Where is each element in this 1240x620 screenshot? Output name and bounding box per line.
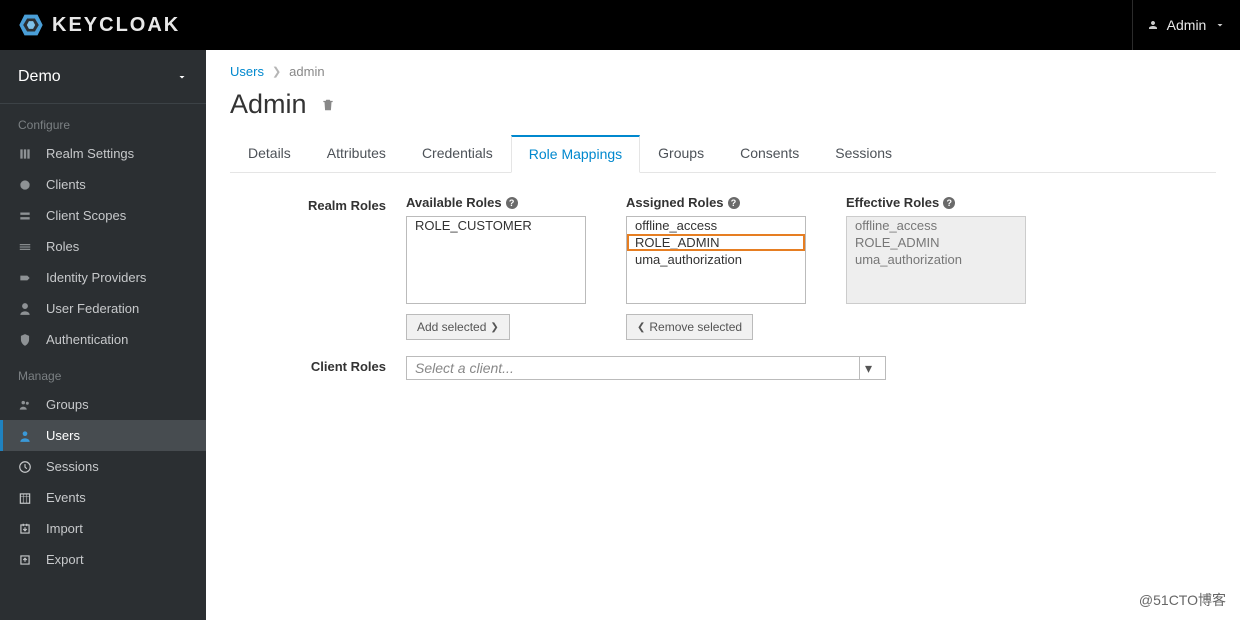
section-title-configure: Configure [0, 104, 206, 138]
sidebar-item-label: Client Scopes [46, 208, 126, 223]
remove-selected-button[interactable]: ❮Remove selected [626, 314, 753, 340]
sidebar-item-realm-settings[interactable]: Realm Settings [0, 138, 206, 169]
watermark: @51CTO博客 [1139, 590, 1226, 610]
help-icon[interactable]: ? [506, 197, 518, 209]
logo-text: KEYCLOAK [52, 14, 180, 37]
available-roles-listbox[interactable]: ROLE_CUSTOMER [406, 216, 586, 304]
events-icon [18, 491, 32, 505]
sidebar-item-label: Identity Providers [46, 270, 146, 285]
delete-icon[interactable] [321, 97, 335, 113]
sessions-icon [18, 460, 32, 474]
export-icon [18, 553, 32, 567]
sidebar-item-label: Authentication [46, 332, 128, 347]
content: Users ❯ admin Admin DetailsAttributesCre… [206, 50, 1240, 620]
sidebar-item-identity-providers[interactable]: Identity Providers [0, 262, 206, 293]
user-federation-icon [18, 302, 32, 316]
chevron-right-icon: ❯ [272, 65, 281, 78]
user-menu[interactable]: Admin [1132, 0, 1240, 50]
breadcrumb: Users ❯ admin [230, 64, 1216, 79]
list-item: offline_access [847, 217, 1025, 234]
sidebar-item-authentication[interactable]: Authentication [0, 324, 206, 355]
realm-name: Demo [18, 68, 61, 86]
client-roles-label: Client Roles [230, 356, 406, 374]
realm-roles-label: Realm Roles [230, 195, 406, 213]
role-mappings-form: Realm Roles Available Roles? ROLE_CUSTOM… [230, 173, 1216, 380]
keycloak-logo-icon [18, 12, 44, 38]
help-icon[interactable]: ? [943, 197, 955, 209]
sidebar-item-label: Roles [46, 239, 79, 254]
help-icon[interactable]: ? [728, 197, 740, 209]
tab-credentials[interactable]: Credentials [404, 135, 511, 173]
chevron-right-icon: ❯ [490, 322, 498, 333]
authentication-icon [18, 333, 32, 347]
identity-providers-icon [18, 271, 32, 285]
sidebar-item-label: Export [46, 552, 84, 567]
sidebar-item-clients[interactable]: Clients [0, 169, 206, 200]
sidebar-item-label: Users [46, 428, 80, 443]
list-item: uma_authorization [847, 251, 1025, 268]
logo[interactable]: KEYCLOAK [18, 12, 180, 38]
list-item[interactable]: ROLE_ADMIN [627, 234, 805, 251]
breadcrumb-root[interactable]: Users [230, 64, 264, 79]
list-item[interactable]: uma_authorization [627, 251, 805, 268]
topbar: KEYCLOAK Admin [0, 0, 1240, 50]
add-selected-button[interactable]: Add selected❯ [406, 314, 510, 340]
tab-details[interactable]: Details [230, 135, 309, 173]
sidebar-item-sessions[interactable]: Sessions [0, 451, 206, 482]
client-scopes-icon [18, 209, 32, 223]
list-item: ROLE_ADMIN [847, 234, 1025, 251]
sidebar-item-users[interactable]: Users [0, 420, 206, 451]
clients-icon [18, 178, 32, 192]
sidebar-item-import[interactable]: Import [0, 513, 206, 544]
user-label: Admin [1167, 17, 1207, 33]
effective-roles-column: Effective Roles? offline_accessROLE_ADMI… [846, 195, 1026, 340]
sidebar-item-events[interactable]: Events [0, 482, 206, 513]
tab-sessions[interactable]: Sessions [817, 135, 910, 173]
tab-groups[interactable]: Groups [640, 135, 722, 173]
tab-role-mappings[interactable]: Role Mappings [511, 135, 640, 173]
sidebar-item-client-scopes[interactable]: Client Scopes [0, 200, 206, 231]
assigned-roles-column: Assigned Roles? offline_accessROLE_ADMIN… [626, 195, 806, 340]
tabs: DetailsAttributesCredentialsRole Mapping… [230, 134, 1216, 173]
page-title: Admin [230, 89, 307, 120]
import-icon [18, 522, 32, 536]
sidebar-item-label: Realm Settings [46, 146, 134, 161]
effective-roles-listbox: offline_accessROLE_ADMINuma_authorizatio… [846, 216, 1026, 304]
sidebar-item-label: Clients [46, 177, 86, 192]
available-roles-column: Available Roles? ROLE_CUSTOMER Add selec… [406, 195, 586, 340]
sidebar: Demo Configure Realm Settings Clients Clie… [0, 50, 206, 620]
available-roles-label: Available Roles [406, 195, 502, 210]
breadcrumb-current: admin [289, 64, 324, 79]
sidebar-item-roles[interactable]: Roles [0, 231, 206, 262]
dropdown-toggle-icon: ▾ [859, 357, 877, 379]
tab-consents[interactable]: Consents [722, 135, 817, 173]
tab-attributes[interactable]: Attributes [309, 135, 404, 173]
sidebar-item-groups[interactable]: Groups [0, 389, 206, 420]
users-icon [18, 429, 32, 443]
sidebar-item-label: Sessions [46, 459, 99, 474]
roles-icon [18, 240, 32, 254]
user-icon [1147, 19, 1159, 31]
chevron-down-icon [1214, 19, 1226, 31]
sidebar-item-label: Import [46, 521, 83, 536]
client-select[interactable]: Select a client... ▾ [406, 356, 886, 380]
realm-selector[interactable]: Demo [0, 50, 206, 104]
chevron-down-icon [176, 71, 188, 83]
sidebar-item-user-federation[interactable]: User Federation [0, 293, 206, 324]
list-item[interactable]: offline_access [627, 217, 805, 234]
assigned-roles-listbox[interactable]: offline_accessROLE_ADMINuma_authorizatio… [626, 216, 806, 304]
chevron-left-icon: ❮ [637, 322, 645, 333]
sidebar-item-export[interactable]: Export [0, 544, 206, 575]
sidebar-item-label: Groups [46, 397, 89, 412]
groups-icon [18, 398, 32, 412]
list-item[interactable]: ROLE_CUSTOMER [407, 217, 585, 234]
client-select-placeholder: Select a client... [415, 360, 514, 376]
section-title-manage: Manage [0, 355, 206, 389]
effective-roles-label: Effective Roles [846, 195, 939, 210]
sidebar-item-label: Events [46, 490, 86, 505]
realm-settings-icon [18, 147, 32, 161]
sidebar-item-label: User Federation [46, 301, 139, 316]
assigned-roles-label: Assigned Roles [626, 195, 724, 210]
